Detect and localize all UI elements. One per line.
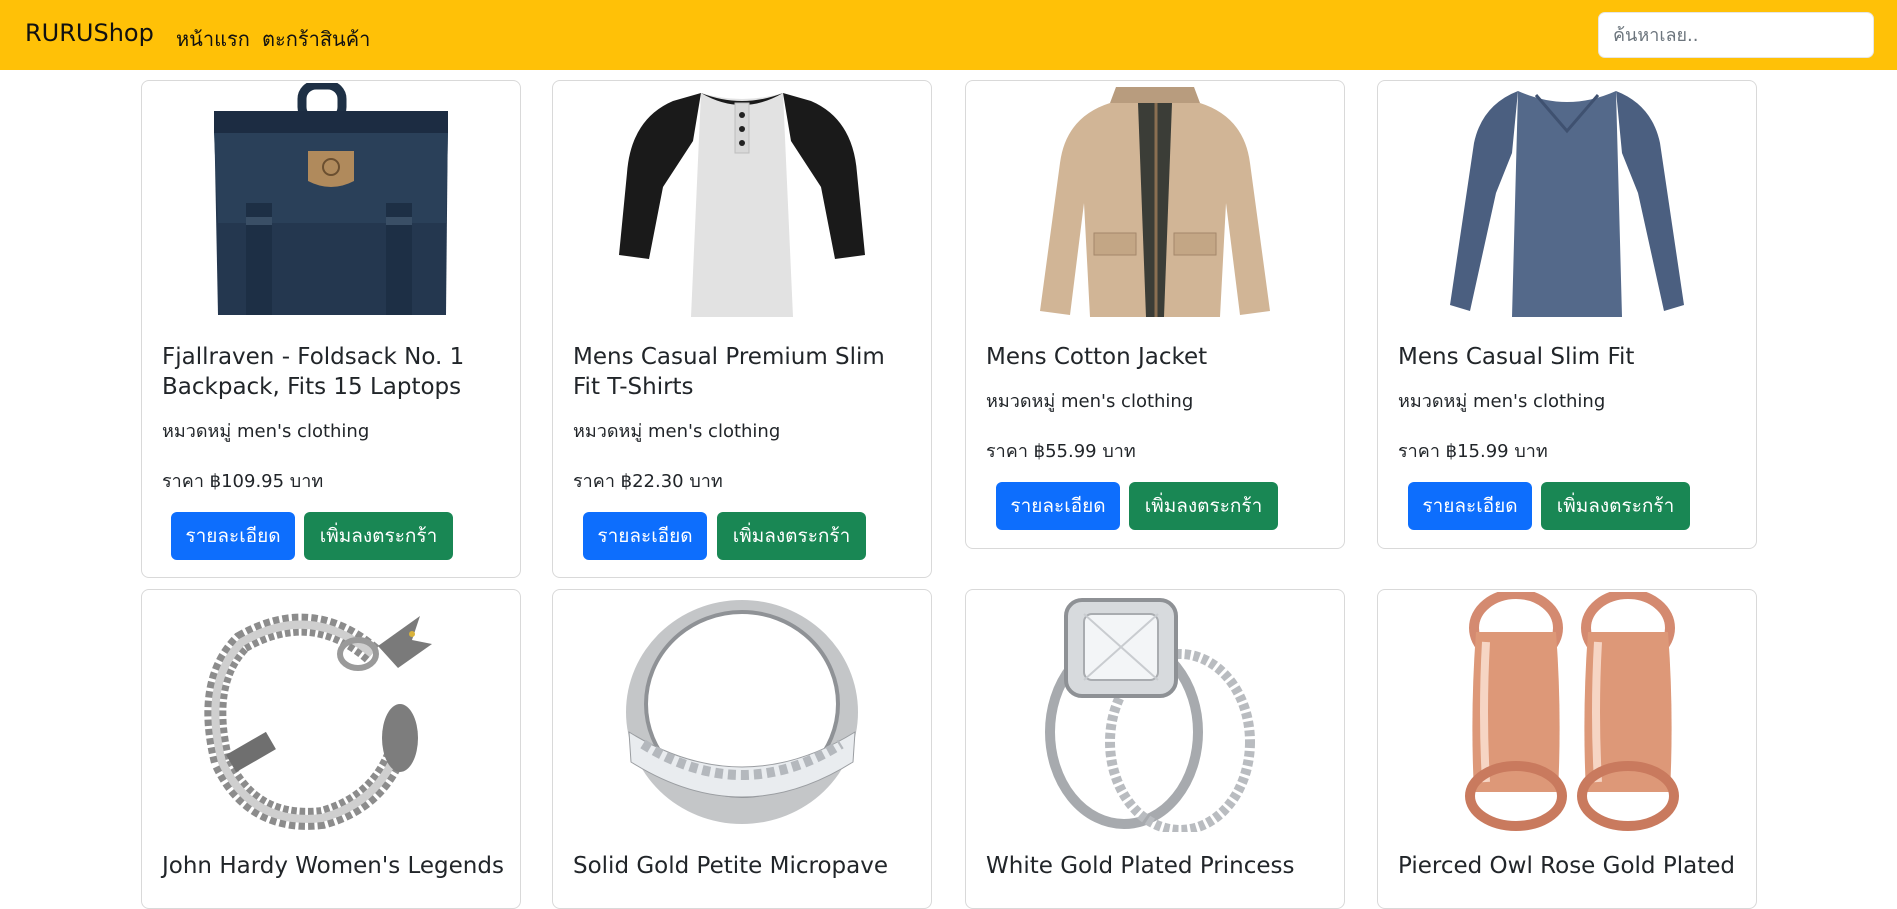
product-image[interactable]: [142, 592, 520, 832]
product-category: หมวดหมู่ men's clothing: [986, 391, 1194, 412]
product-price: ราคา ฿55.99 บาท: [986, 441, 1136, 462]
product-card: Mens Cotton Jacket หมวดหมู่ men's clothi…: [965, 80, 1345, 549]
detail-button[interactable]: รายละเอียด: [996, 482, 1120, 530]
raglan-tshirt-image: [619, 93, 865, 317]
product-image[interactable]: [966, 592, 1344, 832]
product-card: White Gold Plated Princess: [965, 589, 1345, 909]
product-image[interactable]: [553, 83, 931, 323]
product-category: หมวดหมู่ men's clothing: [573, 421, 781, 442]
search-input[interactable]: [1598, 12, 1874, 58]
product-title: Mens Casual Premium Slim Fit T-Shirts: [573, 344, 885, 400]
silver-ring-image: [626, 600, 858, 824]
brand-link[interactable]: RURUShop: [25, 19, 154, 47]
product-image[interactable]: [966, 83, 1344, 323]
product-category: หมวดหมู่ men's clothing: [162, 421, 370, 442]
product-price: ราคา ฿15.99 บาท: [1398, 441, 1548, 462]
navbar: RURUShop หน้าแรก ตะกร้าสินค้า: [0, 0, 1897, 70]
product-image[interactable]: [553, 592, 931, 832]
product-price: ราคา ฿22.30 บาท: [573, 471, 723, 492]
product-price: ราคา ฿109.95 บาท: [162, 471, 324, 492]
nav-link-home[interactable]: หน้าแรก: [176, 23, 250, 55]
add-to-cart-button[interactable]: เพิ่มลงตระกร้า: [717, 512, 866, 560]
rose-gold-plugs-image: [1465, 592, 1679, 831]
product-title: White Gold Plated Princess: [986, 853, 1295, 879]
product-title: Pierced Owl Rose Gold Plated: [1398, 853, 1735, 879]
product-card: Solid Gold Petite Micropave: [552, 589, 932, 909]
add-to-cart-button[interactable]: เพิ่มลงตระกร้า: [1541, 482, 1690, 530]
long-sleeve-shirt-image: [1450, 91, 1684, 317]
detail-button[interactable]: รายละเอียด: [171, 512, 295, 560]
backpack-image: [214, 83, 448, 315]
product-card: John Hardy Women's Legends: [141, 589, 521, 909]
product-card: Fjallraven - Foldsack No. 1 Backpack, Fi…: [141, 80, 521, 578]
add-to-cart-button[interactable]: เพิ่มลงตระกร้า: [304, 512, 453, 560]
product-image[interactable]: [142, 83, 520, 323]
cotton-jacket-image: [1040, 87, 1270, 317]
add-to-cart-button[interactable]: เพิ่มลงตระกร้า: [1129, 482, 1278, 530]
detail-button[interactable]: รายละเอียด: [1408, 482, 1532, 530]
princess-ring-set-image: [1045, 598, 1255, 832]
product-card: Mens Casual Slim Fit หมวดหมู่ men's clot…: [1377, 80, 1757, 549]
product-title: Solid Gold Petite Micropave: [573, 853, 889, 879]
product-title: Mens Casual Slim Fit: [1398, 344, 1635, 370]
dragon-bracelet-image: [204, 613, 432, 830]
product-image[interactable]: [1378, 592, 1756, 832]
product-card: Pierced Owl Rose Gold Plated: [1377, 589, 1757, 909]
product-title: Fjallraven - Foldsack No. 1 Backpack, Fi…: [162, 344, 465, 400]
product-title: Mens Cotton Jacket: [986, 344, 1208, 370]
product-category: หมวดหมู่ men's clothing: [1398, 391, 1606, 412]
product-image[interactable]: [1378, 83, 1756, 323]
nav-link-cart[interactable]: ตะกร้าสินค้า: [262, 23, 370, 55]
detail-button[interactable]: รายละเอียด: [583, 512, 707, 560]
product-title: John Hardy Women's Legends: [162, 853, 504, 879]
product-card: Mens Casual Premium Slim Fit T-Shirts หม…: [552, 80, 932, 578]
